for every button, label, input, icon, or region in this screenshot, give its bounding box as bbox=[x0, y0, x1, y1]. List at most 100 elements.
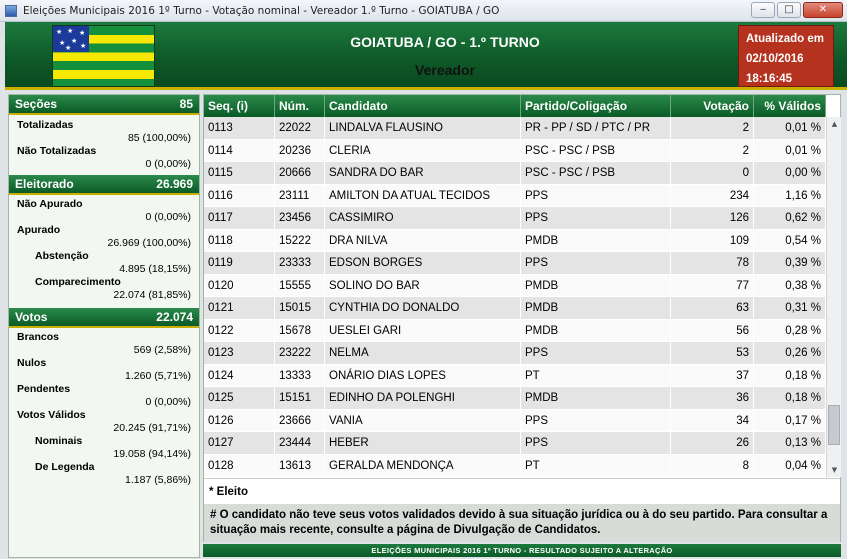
cell-candidato: GERALDA MENDONÇA bbox=[325, 454, 521, 476]
table-row[interactable]: 0122 15678 UESLEI GARI PMDB 56 0,28 % bbox=[204, 319, 826, 342]
cell-validos: 0,17 % bbox=[754, 409, 826, 431]
results-panel: Seq. (i) Núm. Candidato Partido/Coligaçã… bbox=[203, 94, 841, 542]
updated-time: 18:16:45 bbox=[746, 73, 793, 85]
scroll-down-icon[interactable]: ▼ bbox=[827, 463, 842, 477]
restore-button[interactable]: □ bbox=[777, 2, 801, 18]
table-row[interactable]: 0118 15222 DRA NILVA PMDB 109 0,54 % bbox=[204, 229, 826, 252]
cell-partido: PPS bbox=[521, 184, 671, 206]
cell-num: 23456 bbox=[275, 207, 325, 229]
nao-totalizadas-label: Não Totalizadas bbox=[17, 145, 97, 157]
table-row[interactable]: 0113 22022 LINDALVA FLAUSINO PR - PP / SD /… bbox=[204, 117, 826, 140]
totalizadas-label: Totalizadas bbox=[17, 119, 74, 131]
cell-candidato: ONÁRIO DIAS LOPES bbox=[325, 364, 521, 386]
cell-votacao: 56 bbox=[671, 319, 754, 341]
brancos-label: Brancos bbox=[17, 331, 60, 343]
close-button[interactable]: ✕ bbox=[803, 2, 843, 18]
cell-candidato: CYNTHIA DO DONALDO bbox=[325, 297, 521, 319]
table-row[interactable]: 0120 15555 SOLINO DO BAR PMDB 77 0,38 % bbox=[204, 274, 826, 297]
table-row[interactable]: 0127 23444 HEBER PPS 26 0,13 % bbox=[204, 432, 826, 455]
cell-votacao: 78 bbox=[671, 252, 754, 274]
header-banner: ★ ★ ★ ★ ★ ★ ★ GOIATUBA / GO - 1.º TURNO … bbox=[5, 22, 847, 90]
cell-votacao: 63 bbox=[671, 297, 754, 319]
cell-seq: 0120 bbox=[204, 274, 275, 296]
table-row[interactable]: 0125 15151 EDINHO DA POLENGHI PMDB 36 0,18 % bbox=[204, 387, 826, 410]
cell-validos: 0,13 % bbox=[754, 432, 826, 454]
table-header: Seq. (i) Núm. Candidato Partido/Coligaçã… bbox=[204, 95, 826, 117]
table-row[interactable]: 0114 20236 CLERIA PSC - PSC / PSB 2 0,01 % bbox=[204, 139, 826, 162]
eleitorado-header: Eleitorado 26.969 bbox=[9, 175, 199, 195]
cell-num: 20666 bbox=[275, 162, 325, 184]
cell-validos: 0,01 % bbox=[754, 139, 826, 161]
brancos-value: 569 (2,58%) bbox=[133, 344, 191, 356]
col-header-candidato[interactable]: Candidato bbox=[325, 95, 521, 117]
cell-partido: PPS bbox=[521, 252, 671, 274]
col-header-num[interactable]: Núm. bbox=[275, 95, 325, 117]
scroll-thumb[interactable] bbox=[828, 405, 840, 445]
cell-votacao: 37 bbox=[671, 364, 754, 386]
table-row[interactable]: 0116 23111 AMILTON DA ATUAL TECIDOS PPS 234 1… bbox=[204, 184, 826, 207]
cell-partido: PMDB bbox=[521, 297, 671, 319]
updated-date: 02/10/2016 bbox=[746, 53, 804, 65]
votos-total: 22.074 bbox=[156, 310, 193, 324]
cell-validos: 0,18 % bbox=[754, 364, 826, 386]
nulos-value: 1.260 (5,71%) bbox=[125, 370, 191, 382]
votos-validos-label: Votos Válidos bbox=[17, 409, 86, 421]
window-title: Eleições Municipais 2016 1º Turno - Vota… bbox=[23, 4, 500, 17]
table-row[interactable]: 0115 20666 SANDRA DO BAR PSC - PSC / PSB 0 0,… bbox=[204, 162, 826, 185]
secoes-label: Seções bbox=[15, 97, 58, 111]
table-row[interactable]: 0124 13333 ONÁRIO DIAS LOPES PT 37 0,18 % bbox=[204, 364, 826, 387]
cell-partido: PMDB bbox=[521, 387, 671, 409]
cell-seq: 0127 bbox=[204, 432, 275, 454]
page-subtitle: Vereador bbox=[415, 62, 475, 78]
cell-candidato: CLERIA bbox=[325, 139, 521, 161]
minimize-button[interactable]: ‒ bbox=[751, 2, 775, 18]
de-legenda-value: 1.187 (5,86%) bbox=[125, 474, 191, 486]
cell-num: 23222 bbox=[275, 342, 325, 364]
cell-seq: 0122 bbox=[204, 319, 275, 341]
cell-num: 15222 bbox=[275, 229, 325, 251]
cell-validos: 1,16 % bbox=[754, 184, 826, 206]
table-row[interactable]: 0126 23666 VANIA PPS 34 0,17 % bbox=[204, 409, 826, 432]
nao-totalizadas-value: 0 (0,00%) bbox=[145, 158, 191, 170]
col-header-votacao[interactable]: Votação bbox=[671, 95, 754, 117]
table-row[interactable]: 0119 23333 EDSON BORGES PPS 78 0,39 % bbox=[204, 252, 826, 275]
cell-candidato: CASSIMIRO bbox=[325, 207, 521, 229]
comparecimento-value: 22.074 (81,85%) bbox=[113, 289, 191, 301]
table-row[interactable]: 0121 15015 CYNTHIA DO DONALDO PMDB 63 0,31 % bbox=[204, 297, 826, 320]
cell-validos: 0,28 % bbox=[754, 319, 826, 341]
summary-panel: Seções 85 Totalizadas 85 (100,00%) Não T… bbox=[8, 94, 200, 558]
col-header-partido[interactable]: Partido/Coligação bbox=[521, 95, 671, 117]
cell-seq: 0121 bbox=[204, 297, 275, 319]
cell-partido: PR - PP / SD / PTC / PR bbox=[521, 117, 671, 139]
cell-num: 20236 bbox=[275, 139, 325, 161]
cell-validos: 0,31 % bbox=[754, 297, 826, 319]
eleito-legend: * Eleito bbox=[204, 478, 840, 504]
eleitorado-total: 26.969 bbox=[156, 177, 193, 191]
cell-candidato: NELMA bbox=[325, 342, 521, 364]
cell-seq: 0128 bbox=[204, 454, 275, 476]
cell-validos: 0,39 % bbox=[754, 252, 826, 274]
secoes-total: 85 bbox=[179, 97, 193, 111]
cell-candidato: DRA NILVA bbox=[325, 229, 521, 251]
window-title-bar: Eleições Municipais 2016 1º Turno - Vota… bbox=[0, 0, 847, 22]
cell-votacao: 234 bbox=[671, 184, 754, 206]
vertical-scrollbar[interactable]: ▲ ▼ bbox=[826, 117, 841, 477]
state-flag-icon: ★ ★ ★ ★ ★ ★ ★ bbox=[52, 25, 155, 87]
scroll-up-icon[interactable]: ▲ bbox=[827, 117, 842, 131]
cell-votacao: 109 bbox=[671, 229, 754, 251]
table-row[interactable]: 0128 13613 GERALDA MENDONÇA PT 8 0,04 % bbox=[204, 454, 826, 477]
cell-validos: 0,62 % bbox=[754, 207, 826, 229]
col-header-seq[interactable]: Seq. (i) bbox=[204, 95, 275, 117]
totalizadas-value: 85 (100,00%) bbox=[127, 132, 191, 144]
cell-validos: 0,04 % bbox=[754, 454, 826, 476]
table-row[interactable]: 0117 23456 CASSIMIRO PPS 126 0,62 % bbox=[204, 207, 826, 230]
cell-partido: PPS bbox=[521, 409, 671, 431]
cell-votacao: 8 bbox=[671, 454, 754, 476]
table-row[interactable]: 0123 23222 NELMA PPS 53 0,26 % bbox=[204, 342, 826, 365]
col-header-validos[interactable]: % Válidos bbox=[754, 95, 826, 117]
nulos-label: Nulos bbox=[17, 357, 47, 369]
apurado-label: Apurado bbox=[17, 224, 61, 236]
cell-candidato: EDINHO DA POLENGHI bbox=[325, 387, 521, 409]
cell-candidato: VANIA bbox=[325, 409, 521, 431]
cell-validos: 0,54 % bbox=[754, 229, 826, 251]
